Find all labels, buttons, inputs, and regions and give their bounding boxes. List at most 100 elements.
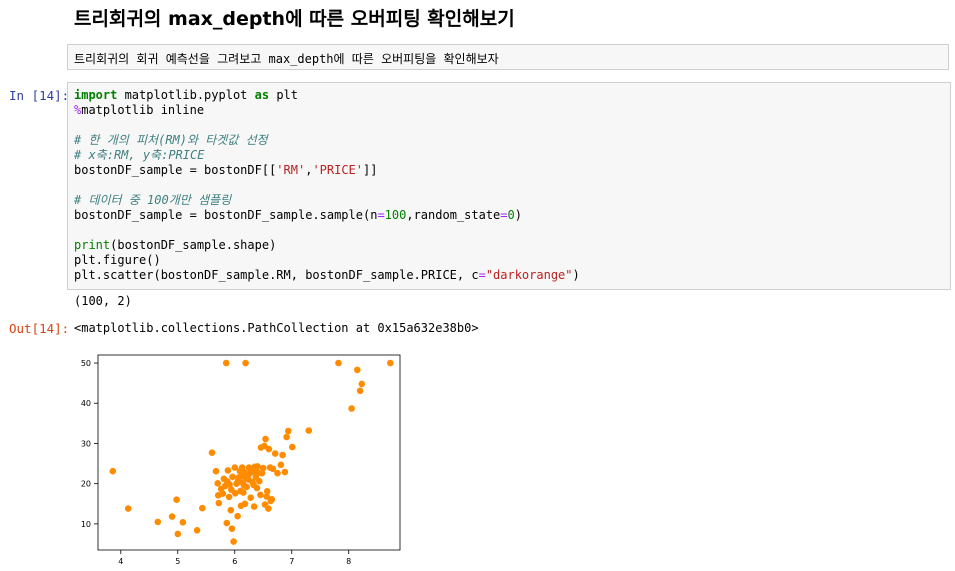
code-text: matplotlib.pyplot bbox=[117, 88, 255, 102]
code-editor[interactable]: import matplotlib.pyplot as plt %matplotl… bbox=[74, 88, 580, 283]
scatter-point bbox=[241, 500, 249, 508]
scatter-point bbox=[271, 450, 279, 457]
scatter-point bbox=[256, 477, 263, 485]
result-repr: <matplotlib.collections.PathCollection a… bbox=[74, 321, 479, 335]
scatter-point bbox=[358, 380, 366, 388]
x-tick-label: 4 bbox=[118, 557, 123, 566]
scatter-point bbox=[285, 427, 292, 435]
scatter-point bbox=[243, 483, 250, 491]
x-tick-label: 5 bbox=[175, 557, 180, 566]
scatter-point bbox=[387, 359, 394, 367]
scatter-point bbox=[262, 435, 269, 443]
scatter-point bbox=[208, 449, 216, 456]
scatter-point bbox=[234, 512, 241, 520]
x-tick-label: 7 bbox=[289, 557, 294, 566]
scatter-point bbox=[283, 433, 290, 441]
scatter-point bbox=[109, 467, 117, 475]
code-line-comment: # 한 개의 피처(RM)와 타겟값 선정 bbox=[74, 133, 268, 147]
code-line-scatter: plt.scatter(bostonDF_sample.RM, bostonDF… bbox=[74, 268, 580, 283]
scatter-point bbox=[173, 496, 180, 503]
scatter-point bbox=[193, 527, 201, 534]
keyword-import: import bbox=[74, 88, 118, 102]
scatter-point bbox=[348, 405, 355, 412]
scatter-point bbox=[254, 463, 261, 470]
scatter-point bbox=[289, 443, 296, 451]
operator: = bbox=[478, 268, 486, 282]
scatter-point bbox=[199, 504, 206, 512]
string-literal: 'PRICE' bbox=[312, 163, 364, 177]
scatter-point bbox=[281, 468, 289, 476]
code-line-resample: bostonDF_sample = bostonDF_sample.sample… bbox=[74, 208, 580, 223]
code-text: ) bbox=[514, 208, 522, 222]
y-tick-label: 10 bbox=[81, 520, 91, 529]
scatter-point bbox=[265, 505, 272, 512]
number-literal: 0 bbox=[507, 208, 515, 222]
scatter-point bbox=[253, 484, 261, 492]
code-text: plt.scatter(bostonDF_sample.RM, bostonDF… bbox=[74, 268, 479, 282]
code-line-magic: %matplotlib inline bbox=[74, 103, 580, 118]
markdown-cell[interactable]: 트리회귀의 회귀 예측선을 그려보고 max_depth에 따른 오버피팅을 확… bbox=[67, 44, 949, 70]
scatter-point bbox=[265, 445, 273, 453]
plot-area bbox=[97, 354, 401, 551]
scatter-point bbox=[229, 473, 236, 481]
markdown-text: 트리회귀의 회귀 예측선을 그려보고 max_depth에 따른 오버피팅을 확… bbox=[74, 52, 499, 66]
y-tick-label: 30 bbox=[81, 439, 91, 448]
y-tick-label: 20 bbox=[81, 480, 91, 489]
scatter-point bbox=[219, 490, 227, 497]
code-line-figure: plt.figure() bbox=[74, 253, 161, 267]
scatter-point bbox=[268, 496, 276, 503]
scatter-point bbox=[242, 359, 249, 367]
string-literal: "darkorange" bbox=[485, 268, 573, 282]
scatter-point bbox=[223, 519, 231, 527]
scatter-point bbox=[257, 491, 264, 499]
scatter-point bbox=[230, 538, 237, 545]
string-literal: 'RM' bbox=[276, 163, 306, 177]
scatter-point bbox=[250, 503, 258, 510]
scatter-point bbox=[263, 488, 271, 495]
code-line-comment: # 데이터 중 100개만 샘플링 bbox=[74, 193, 232, 207]
code-cell[interactable]: import matplotlib.pyplot as plt %matplotl… bbox=[67, 82, 951, 290]
code-text: bostonDF_sample = bostonDF_sample.sample… bbox=[74, 208, 378, 222]
scatter-point bbox=[279, 451, 286, 459]
scatter-point bbox=[222, 359, 230, 367]
code-text: ]] bbox=[363, 163, 378, 177]
code-line-comment: # x축:RM, y축:PRICE bbox=[74, 148, 205, 162]
scatter-point bbox=[225, 493, 233, 501]
scatter-point bbox=[124, 505, 132, 512]
operator: = bbox=[500, 208, 508, 222]
x-tick-label: 6 bbox=[232, 557, 237, 566]
output-prompt: Out[14]: bbox=[9, 321, 70, 336]
notebook-heading: 트리회귀의 max_depth에 따른 오버피팅 확인해보기 bbox=[74, 8, 515, 30]
scatter-point bbox=[259, 464, 267, 472]
scatter-point bbox=[354, 366, 361, 374]
builtin-print: print bbox=[74, 238, 111, 252]
scatter-point bbox=[215, 499, 223, 507]
code-text: plt bbox=[269, 88, 298, 102]
code-text: (bostonDF_sample.shape) bbox=[110, 238, 277, 252]
scatter-point bbox=[228, 525, 236, 532]
scatter-point bbox=[174, 530, 182, 538]
scatter-point bbox=[224, 467, 232, 474]
code-text: ,random_state bbox=[406, 208, 501, 222]
keyword-as: as bbox=[254, 88, 270, 102]
number-literal: 100 bbox=[384, 208, 407, 222]
operator: = bbox=[377, 208, 385, 222]
scatter-point bbox=[212, 467, 220, 475]
y-tick-label: 50 bbox=[81, 359, 91, 368]
scatter-point bbox=[154, 518, 162, 526]
scatter-point bbox=[247, 494, 254, 501]
code-text: bostonDF_sample = bostonDF[[ bbox=[74, 163, 277, 177]
code-text: ) bbox=[572, 268, 580, 282]
x-tick-label: 8 bbox=[346, 557, 351, 566]
scatter-point bbox=[356, 387, 364, 395]
scatter-point bbox=[240, 489, 247, 496]
scatter-point bbox=[179, 519, 187, 526]
scatter-point bbox=[277, 461, 285, 469]
code-line-import: import matplotlib.pyplot as plt bbox=[74, 88, 580, 103]
code-line-print: print(bostonDF_sample.shape) bbox=[74, 238, 580, 253]
scatter-point bbox=[168, 513, 176, 520]
input-prompt: In [14]: bbox=[9, 88, 70, 103]
code-text: matplotlib inline bbox=[81, 103, 205, 117]
scatter-point bbox=[335, 359, 342, 367]
